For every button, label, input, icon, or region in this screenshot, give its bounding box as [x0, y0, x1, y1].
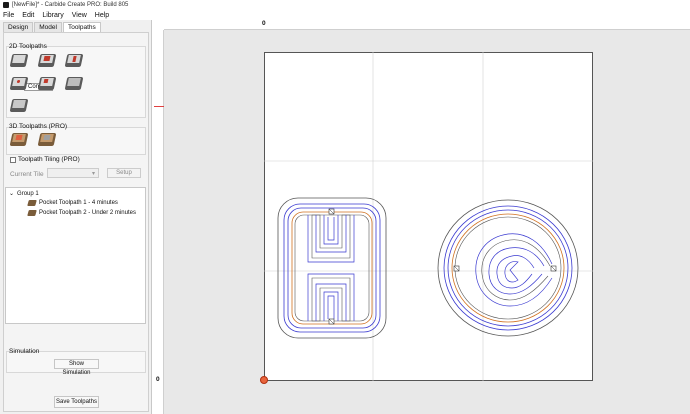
tree-item-label: Pocket Toolpath 2 - Under 2 minutes: [39, 210, 136, 216]
origin-marker-icon: [260, 376, 268, 384]
pocket-toolpath-icon: [27, 200, 37, 206]
menu-help[interactable]: Help: [95, 12, 109, 19]
toolpath-tiling-checkbox[interactable]: [10, 157, 16, 163]
menu-view[interactable]: View: [72, 12, 87, 19]
menu-file[interactable]: File: [3, 12, 14, 19]
3d-finish-icon[interactable]: [37, 133, 57, 149]
menu-library[interactable]: Library: [42, 12, 63, 19]
group-label: Group 1: [17, 190, 39, 197]
simulation-label: Simulation: [9, 348, 40, 355]
ruler-position-marker: [154, 106, 164, 107]
tab-model[interactable]: Model: [34, 22, 62, 32]
tree-item-pocket-1[interactable]: Pocket Toolpath 1 - 4 minutes: [27, 200, 118, 206]
pocket-toolpath-icon: [27, 210, 37, 216]
ruler-corner: [152, 20, 164, 30]
letter-h-shape[interactable]: [277, 197, 387, 339]
show-simulation-button[interactable]: Show Simulation: [54, 359, 99, 376]
save-toolpaths-button[interactable]: Save Toolpaths: [54, 396, 99, 408]
setup-button[interactable]: Setup: [107, 168, 141, 178]
menu-edit[interactable]: Edit: [22, 12, 34, 19]
ruler-top: 0: [164, 20, 690, 30]
window-title: [NewFile]* - Carbide Create PRO: Build 8…: [12, 2, 129, 8]
3d-rough-icon[interactable]: [9, 133, 29, 149]
ruler-top-zero: 0: [262, 20, 266, 27]
tab-toolpaths[interactable]: Toolpaths: [62, 22, 101, 32]
tree-group-row[interactable]: ⌄ Group 1: [9, 190, 39, 198]
section-3d-toolpaths: 3D Toolpaths (PRO): [9, 123, 68, 130]
tab-design[interactable]: Design: [3, 22, 34, 32]
title-bar: [NewFile]* - Carbide Create PRO: Build 8…: [0, 0, 690, 10]
toolpath-tiling-label: Toolpath Tiling (PRO): [18, 156, 80, 163]
tree-item-label: Pocket Toolpath 1 - 4 minutes: [39, 200, 118, 206]
contour-toolpath-icon[interactable]: [9, 54, 29, 70]
menu-bar: File Edit Library View Help: [0, 10, 690, 20]
current-tile-select[interactable]: ▾: [47, 168, 99, 178]
chamfer-toolpath-icon[interactable]: [9, 99, 29, 115]
design-canvas[interactable]: [264, 52, 593, 381]
ruler-left-zero: 0: [156, 376, 160, 383]
app-icon: [3, 2, 9, 8]
section-2d-toolpaths: 2D Toolpaths: [9, 43, 47, 50]
advanced-vcarve-icon[interactable]: [37, 77, 57, 93]
drill-toolpath-icon[interactable]: [9, 77, 29, 93]
toolpath-tree: ⌄ Group 1 Pocket Toolpath 1 - 4 minutes …: [5, 187, 146, 324]
chevron-down-icon: ▾: [91, 171, 95, 177]
3d-toolpaths-group: [6, 127, 146, 155]
chevron-down-icon[interactable]: ⌄: [9, 190, 14, 197]
texture-toolpath-icon[interactable]: [64, 77, 84, 93]
ruler-left: 0: [152, 30, 164, 414]
tree-item-pocket-2[interactable]: Pocket Toolpath 2 - Under 2 minutes: [27, 210, 136, 216]
pocket-toolpath-icon[interactable]: [37, 54, 57, 70]
current-tile-label: Current Tile: [10, 171, 44, 178]
vcarve-toolpath-icon[interactable]: [64, 54, 84, 70]
letter-c-shape[interactable]: [437, 199, 579, 337]
left-panel: Design Model Toolpaths 2D Toolpaths Cont…: [0, 20, 152, 414]
